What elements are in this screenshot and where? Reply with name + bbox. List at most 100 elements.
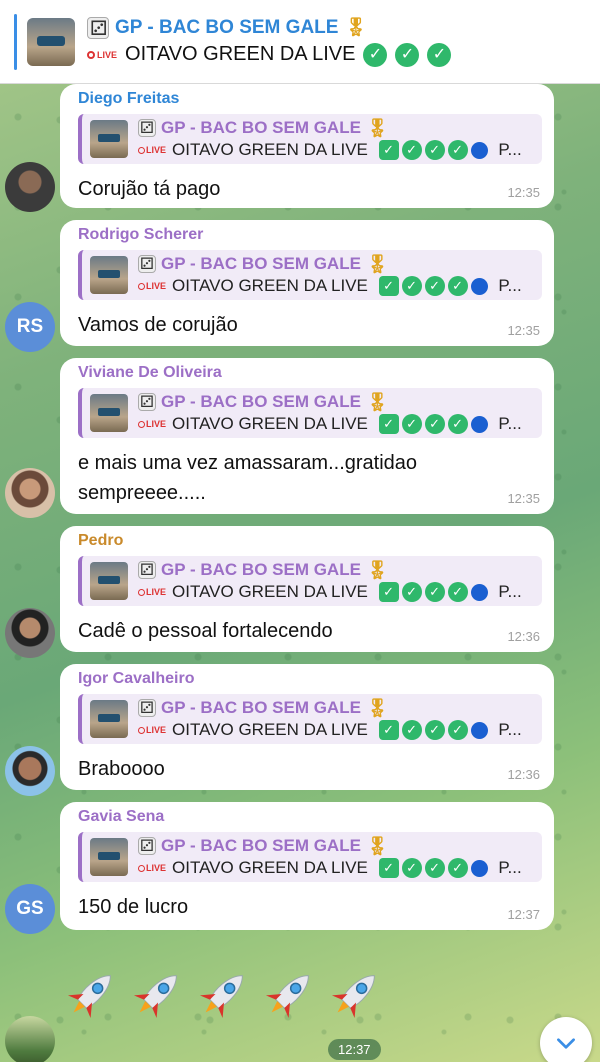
message-bubble[interactable]: Viviane De Oliveira GP - BAC BO SEM GALE… (60, 358, 554, 514)
message-bubble[interactable]: Igor Cavalheiro GP - BAC BO SEM GALE🎖 LI… (60, 664, 554, 790)
check-box-icon: ✓ (378, 414, 399, 434)
check-icon: ✓ (401, 276, 422, 296)
avatar[interactable] (5, 468, 55, 518)
blue-circle-icon (470, 859, 488, 877)
message-time: 12:36 (507, 767, 540, 782)
sender-name[interactable]: Rodrigo Scherer (78, 226, 542, 244)
avatar[interactable] (5, 1016, 55, 1062)
quote-body: OITAVO GREEN DA LIVE (172, 140, 368, 159)
reply-quote[interactable]: GP - BAC BO SEM GALE🎖 LIVE OITAVO GREEN D… (78, 832, 542, 882)
quote-thumbnail (90, 256, 128, 294)
message-time: 12:35 (507, 491, 540, 506)
check-box-icon: ✓ (378, 582, 399, 602)
quote-title: GP - BAC BO SEM GALE (161, 254, 361, 273)
emoji-message[interactable] (62, 964, 386, 1024)
check-icon: ✓ (424, 720, 445, 740)
check-icon: ✓ (447, 414, 468, 434)
quote-body: OITAVO GREEN DA LIVE (172, 720, 368, 739)
quote-thumbnail (90, 838, 128, 876)
quote-title: GP - BAC BO SEM GALE (161, 118, 361, 137)
pinned-subtitle: OITAVO GREEN DA LIVE (125, 43, 356, 65)
blue-circle-icon (470, 583, 488, 601)
quote-title: GP - BAC BO SEM GALE (161, 560, 361, 579)
reply-quote[interactable]: GP - BAC BO SEM GALE🎖 LIVE OITAVO GREEN D… (78, 114, 542, 164)
check-icon: ✓ (395, 42, 420, 67)
message-text: Vamos de corujão (78, 314, 238, 336)
message-text: 150 de lucro (78, 896, 189, 918)
message-text: Cadê o pessoal fortalecendo (78, 620, 333, 642)
scroll-down-button[interactable] (540, 1017, 592, 1062)
check-icon: ✓ (401, 140, 422, 160)
quote-thumbnail (90, 700, 128, 738)
message-bubble[interactable]: Pedro GP - BAC BO SEM GALE🎖 LIVE OITAVO G… (60, 526, 554, 652)
sender-name[interactable]: Diego Freitas (78, 90, 542, 108)
message-bubble[interactable]: Diego Freitas GP - BAC BO SEM GALE🎖 LIVE… (60, 84, 554, 208)
check-box-icon: ✓ (378, 720, 399, 740)
quote-title: GP - BAC BO SEM GALE (161, 392, 361, 411)
check-box-icon: ✓ (378, 140, 399, 160)
reply-quote[interactable]: GP - BAC BO SEM GALE🎖 LIVE OITAVO GREEN D… (78, 388, 542, 438)
live-icon: LIVE (138, 139, 166, 161)
blue-circle-icon (470, 141, 488, 159)
dice-icon (138, 392, 156, 414)
quote-thumbnail (90, 394, 128, 432)
quote-ellipsis: P... (498, 582, 522, 601)
check-icon: ✓ (447, 276, 468, 296)
dice-icon (138, 254, 156, 276)
message-time: 12:37 (507, 907, 540, 922)
check-icon: ✓ (447, 140, 468, 160)
medal-icon: 🎖 (365, 698, 389, 718)
message-bubble[interactable]: Rodrigo Scherer GP - BAC BO SEM GALE🎖 LI… (60, 220, 554, 346)
check-icon: ✓ (427, 42, 452, 67)
pinned-title-row: GP - BAC BO SEM GALE 🎖 (87, 16, 451, 41)
live-icon: LIVE (138, 719, 166, 741)
quote-ellipsis: P... (498, 276, 522, 295)
sender-name[interactable]: Igor Cavalheiro (78, 670, 542, 688)
check-icon: ✓ (401, 414, 422, 434)
avatar[interactable]: GS (5, 884, 55, 934)
quote-body: OITAVO GREEN DA LIVE (172, 414, 368, 433)
quote-ellipsis: P... (498, 414, 522, 433)
check-icon: ✓ (401, 720, 422, 740)
pinned-indicator (14, 13, 17, 70)
check-icon: ✓ (401, 858, 422, 878)
check-icon: ✓ (424, 582, 445, 602)
avatar[interactable] (5, 746, 55, 796)
message-text: e mais uma vez amassaram...gratidao semp… (78, 452, 418, 504)
rocket-icon (62, 964, 122, 1024)
rocket-icon (260, 964, 320, 1024)
avatar[interactable]: RS (5, 302, 55, 352)
message-time: 12:35 (507, 185, 540, 200)
reply-quote[interactable]: GP - BAC BO SEM GALE🎖 LIVE OITAVO GREEN D… (78, 250, 542, 300)
pinned-thumbnail (27, 17, 75, 66)
pinned-message-bar[interactable]: GP - BAC BO SEM GALE 🎖 LIVE OITAVO GREEN… (0, 0, 600, 84)
sender-name[interactable]: Viviane De Oliveira (78, 364, 542, 382)
check-icon: ✓ (447, 720, 468, 740)
blue-circle-icon (470, 277, 488, 295)
check-icon: ✓ (424, 414, 445, 434)
rocket-icon (326, 964, 386, 1024)
message-text: Corujão tá pago (78, 178, 221, 200)
quote-body: OITAVO GREEN DA LIVE (172, 858, 368, 877)
avatar[interactable] (5, 162, 55, 212)
message-bubble[interactable]: Gavia Sena GP - BAC BO SEM GALE🎖 LIVE OIT… (60, 802, 554, 930)
message-time: 12:37 (328, 1039, 381, 1060)
dice-icon (138, 560, 156, 582)
live-icon: LIVE (87, 50, 117, 60)
quote-ellipsis: P... (498, 720, 522, 739)
reply-quote[interactable]: GP - BAC BO SEM GALE🎖 LIVE OITAVO GREEN D… (78, 556, 542, 606)
check-icon: ✓ (447, 858, 468, 878)
avatar[interactable] (5, 608, 55, 658)
medal-icon: 🎖 (365, 836, 389, 856)
blue-circle-icon (470, 415, 488, 433)
quote-ellipsis: P... (498, 140, 522, 159)
sender-name[interactable]: Pedro (78, 532, 542, 550)
quote-title: GP - BAC BO SEM GALE (161, 836, 361, 855)
live-icon: LIVE (138, 413, 166, 435)
reply-quote[interactable]: GP - BAC BO SEM GALE🎖 LIVE OITAVO GREEN D… (78, 694, 542, 744)
medal-icon: 🎖 (344, 17, 368, 37)
dice-icon (138, 118, 156, 140)
check-icon: ✓ (363, 42, 388, 67)
sender-name[interactable]: Gavia Sena (78, 808, 542, 826)
check-icon: ✓ (424, 140, 445, 160)
